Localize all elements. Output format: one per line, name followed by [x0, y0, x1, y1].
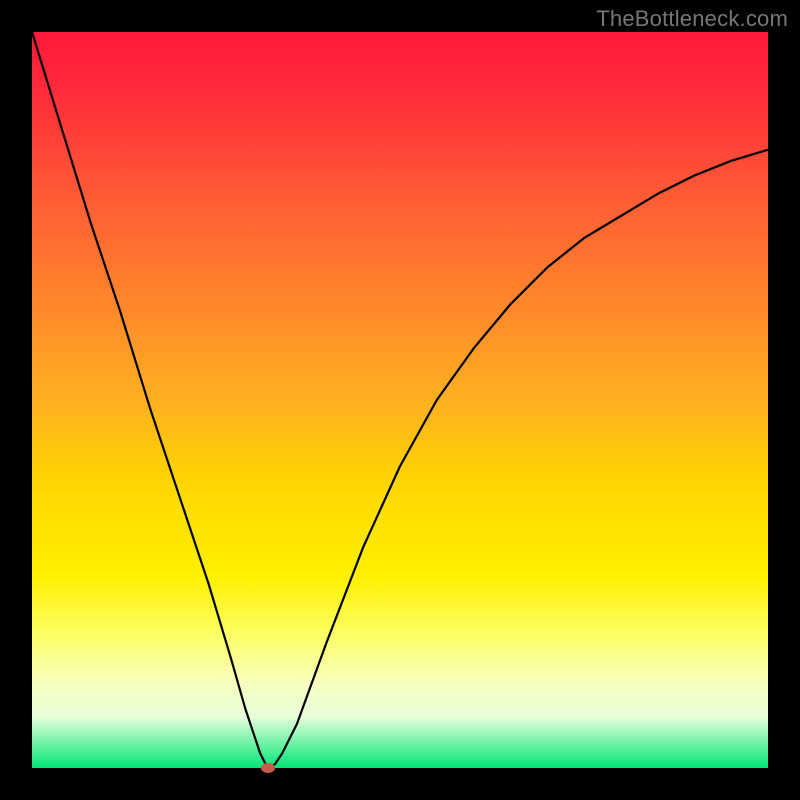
watermark-text: TheBottleneck.com — [596, 6, 788, 32]
bottleneck-curve — [32, 32, 768, 768]
curve-min-marker — [261, 763, 275, 773]
chart-plot-area — [32, 32, 768, 768]
